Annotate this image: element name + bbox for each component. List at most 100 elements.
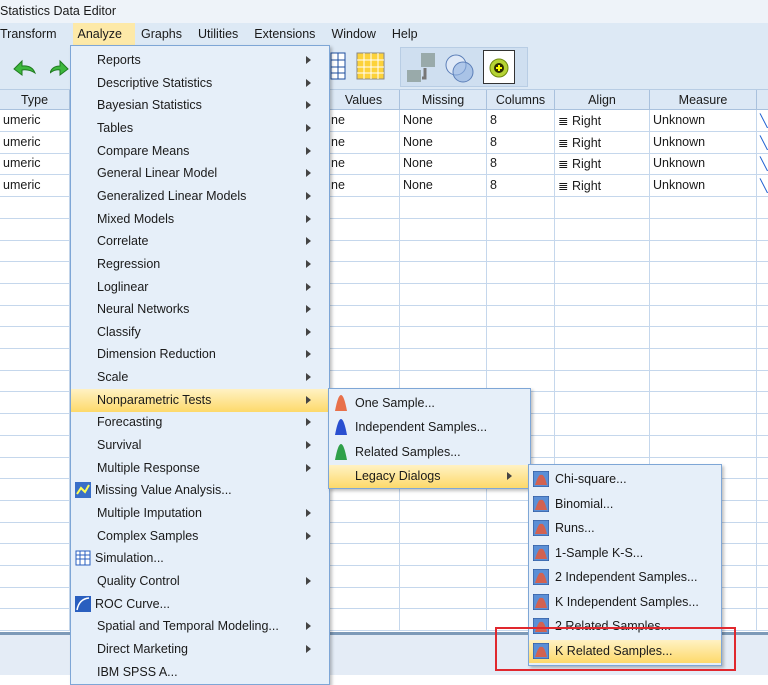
empty-cell[interactable] xyxy=(650,283,757,306)
empty-cell[interactable] xyxy=(0,327,70,349)
empty-cell[interactable] xyxy=(328,609,400,632)
menu-analyze[interactable]: Analyze xyxy=(72,23,135,45)
menu-item-compare-means[interactable]: Compare Means xyxy=(71,140,329,163)
grid-cell-measure[interactable]: Unknown xyxy=(650,153,757,176)
empty-cell[interactable] xyxy=(757,305,768,328)
empty-cell[interactable] xyxy=(0,609,70,632)
role-icon[interactable]: ╲ xyxy=(757,153,768,176)
empty-cell[interactable] xyxy=(487,348,555,371)
empty-cell[interactable] xyxy=(757,240,768,263)
empty-cell[interactable] xyxy=(650,218,757,241)
empty-cell[interactable] xyxy=(328,240,400,263)
menu-item-roc-curve[interactable]: ROC Curve... xyxy=(71,593,329,616)
grid-cell-columns[interactable]: 8 xyxy=(487,153,555,176)
grid-cell-type[interactable]: umeric xyxy=(0,110,70,132)
grid-cell-columns[interactable]: 8 xyxy=(487,131,555,154)
menu-item-general-linear-model[interactable]: General Linear Model xyxy=(71,162,329,185)
empty-cell[interactable] xyxy=(757,544,768,566)
role-icon[interactable]: ╲ xyxy=(757,132,768,154)
empty-cell[interactable] xyxy=(650,435,757,458)
empty-cell[interactable] xyxy=(555,348,650,371)
empty-cell[interactable] xyxy=(555,261,650,284)
empty-cell[interactable] xyxy=(400,283,487,306)
empty-cell[interactable] xyxy=(0,544,70,566)
value-labels-icon[interactable] xyxy=(405,52,439,84)
empty-cell[interactable] xyxy=(0,587,70,610)
column-header[interactable]: Measure xyxy=(650,90,757,110)
menu-item-generalized-linear-models[interactable]: Generalized Linear Models xyxy=(71,185,329,208)
empty-cell[interactable] xyxy=(555,370,650,393)
grid-cell-align[interactable]: ≣ Right xyxy=(555,153,650,176)
empty-cell[interactable] xyxy=(650,392,757,415)
empty-cell[interactable] xyxy=(400,544,487,566)
empty-cell[interactable] xyxy=(328,305,400,328)
column-header[interactable]: Align xyxy=(555,90,650,110)
menu-item-spatial-and-temporal-modeling[interactable]: Spatial and Temporal Modeling... xyxy=(71,615,329,638)
menu-item-direct-marketing[interactable]: Direct Marketing xyxy=(71,638,329,661)
empty-cell[interactable] xyxy=(328,348,400,371)
grid-cell-type[interactable]: umeric xyxy=(0,175,70,198)
empty-cell[interactable] xyxy=(757,284,768,306)
empty-cell[interactable] xyxy=(555,327,650,349)
empty-cell[interactable] xyxy=(487,196,555,219)
menu-item-missing-value-analysis[interactable]: Missing Value Analysis... xyxy=(71,479,329,502)
empty-cell[interactable] xyxy=(0,478,70,501)
empty-cell[interactable] xyxy=(555,435,650,458)
grid-cell-align[interactable]: ≣ Right xyxy=(555,175,650,198)
empty-cell[interactable] xyxy=(328,218,400,241)
menu-item-multiple-response[interactable]: Multiple Response xyxy=(71,457,329,480)
role-icon[interactable]: ╲ xyxy=(757,110,768,132)
empty-cell[interactable] xyxy=(757,457,768,480)
column-header[interactable] xyxy=(757,90,768,110)
empty-cell[interactable] xyxy=(650,261,757,284)
grid-cell-missing[interactable]: None xyxy=(400,153,487,176)
redo-icon[interactable] xyxy=(50,57,70,77)
column-header[interactable]: Values xyxy=(328,90,400,110)
empty-cell[interactable] xyxy=(487,218,555,241)
menu-item-forecasting[interactable]: Forecasting xyxy=(71,411,329,434)
empty-cell[interactable] xyxy=(400,218,487,241)
empty-cell[interactable] xyxy=(0,196,70,219)
empty-cell[interactable] xyxy=(757,414,768,436)
empty-cell[interactable] xyxy=(555,392,650,415)
menu-item-legacy-dialogs[interactable]: Legacy Dialogs xyxy=(329,464,530,488)
empty-cell[interactable] xyxy=(0,305,70,328)
menu-item-k-independent-samples[interactable]: K Independent Samples... xyxy=(529,591,721,614)
empty-cell[interactable] xyxy=(555,196,650,219)
grid-cell-values[interactable]: ne xyxy=(328,110,400,132)
empty-cell[interactable] xyxy=(0,500,70,523)
column-header[interactable]: Type xyxy=(0,90,70,110)
empty-cell[interactable] xyxy=(400,240,487,263)
menu-item-dimension-reduction[interactable]: Dimension Reduction xyxy=(71,343,329,366)
grid-cell-missing[interactable]: None xyxy=(400,175,487,198)
empty-cell[interactable] xyxy=(0,565,70,588)
menu-extensions[interactable]: Extensions xyxy=(254,23,325,45)
menu-item-classify[interactable]: Classify xyxy=(71,321,329,344)
empty-cell[interactable] xyxy=(0,261,70,284)
menu-item-2-independent-samples[interactable]: 2 Independent Samples... xyxy=(529,566,721,589)
grid-cell-values[interactable]: ne xyxy=(328,153,400,176)
grid-cell-measure[interactable]: Unknown xyxy=(650,175,757,198)
empty-cell[interactable] xyxy=(400,500,487,523)
empty-cell[interactable] xyxy=(650,305,757,328)
menu-item-correlate[interactable]: Correlate xyxy=(71,230,329,253)
grid-cell-align[interactable]: ≣ Right xyxy=(555,110,650,132)
empty-cell[interactable] xyxy=(757,219,768,241)
menu-item-runs[interactable]: Runs... xyxy=(529,517,721,540)
use-sets-icon[interactable] xyxy=(443,52,477,84)
empty-cell[interactable] xyxy=(487,261,555,284)
empty-cell[interactable] xyxy=(757,436,768,458)
menu-help[interactable]: Help xyxy=(392,23,428,45)
menu-item-descriptive-statistics[interactable]: Descriptive Statistics xyxy=(71,72,329,95)
empty-cell[interactable] xyxy=(487,283,555,306)
menu-item-nonparametric-tests[interactable]: Nonparametric Tests xyxy=(71,388,329,412)
add-ons-button[interactable] xyxy=(483,50,515,84)
menu-item-loglinear[interactable]: Loglinear xyxy=(71,276,329,299)
menu-item-1-sample-k-s[interactable]: 1-Sample K-S... xyxy=(529,542,721,565)
empty-cell[interactable] xyxy=(757,501,768,523)
empty-cell[interactable] xyxy=(400,305,487,328)
data-grid-icon[interactable] xyxy=(330,51,346,81)
empty-cell[interactable] xyxy=(328,544,400,566)
variable-sets-icon[interactable] xyxy=(356,51,386,81)
empty-cell[interactable] xyxy=(757,370,768,393)
